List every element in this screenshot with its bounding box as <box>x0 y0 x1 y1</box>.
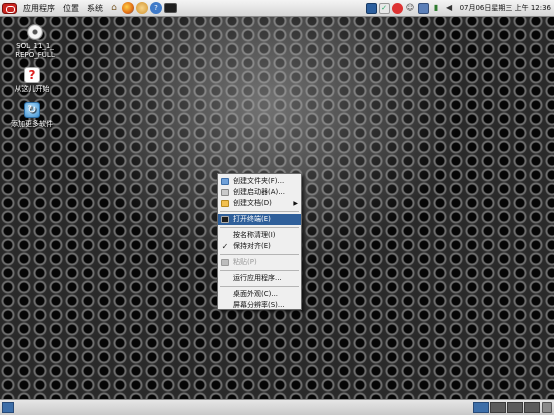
menu-item-create-folder[interactable]: 创建文件夹(F)... <box>218 176 301 187</box>
mail-icon[interactable] <box>136 2 148 14</box>
add-software-icon: ↻ <box>24 102 40 118</box>
menu-item-label: 运行应用程序... <box>233 274 282 282</box>
menu-item-open-terminal[interactable]: 打开终端(E) <box>218 214 301 225</box>
power-icon[interactable]: ▮ <box>431 3 442 14</box>
menu-separator <box>220 211 299 212</box>
terminal-icon[interactable] <box>164 3 177 13</box>
menu-separator <box>220 270 299 271</box>
menu-item-keep-aligned[interactable]: ✓ 保持对齐(E) <box>218 241 301 252</box>
menu-item-label: 屏幕分辨率(S)... <box>233 301 285 309</box>
menu-item-run-application[interactable]: 运行应用程序... <box>218 273 301 284</box>
bottom-panel <box>0 399 554 415</box>
menu-item-label: 桌面外观(C)... <box>233 290 279 298</box>
menu-separator <box>220 286 299 287</box>
terminal-icon <box>221 216 229 223</box>
software-icon[interactable] <box>391 2 403 14</box>
check-icon: ✓ <box>221 242 229 251</box>
update-icon[interactable]: ✓ <box>378 2 390 14</box>
monitor-icon[interactable] <box>365 2 377 14</box>
menu-places[interactable]: 位置 <box>59 3 83 14</box>
menu-item-label: 创建启动器(A)... <box>233 188 285 196</box>
desktop-icon-label: SOL_11_1_ <box>16 42 54 50</box>
menu-system[interactable]: 系统 <box>83 3 107 14</box>
workspace-2[interactable] <box>490 402 506 413</box>
menu-item-create-document[interactable]: 创建文档(D) ▶ <box>218 198 301 209</box>
menu-item-label: 打开终端(E) <box>233 215 271 223</box>
firefox-icon[interactable] <box>122 2 134 14</box>
volume-icon[interactable]: ◀ <box>444 3 455 14</box>
menu-item-label: 保持对齐(E) <box>233 242 271 250</box>
launcher-icon <box>221 189 229 196</box>
desktop-icon-label: 从这儿开始 <box>14 85 50 93</box>
menu-item-label: 粘贴(P) <box>233 258 257 266</box>
home-icon[interactable]: ⌂ <box>108 2 120 14</box>
desktop-icon-add-software[interactable]: ↻ 添加更多软件 <box>0 102 64 129</box>
submenu-arrow-icon: ▶ <box>293 200 298 207</box>
menu-item-desktop-appearance[interactable]: 桌面外观(C)... <box>218 289 301 300</box>
user-icon[interactable]: ☺ <box>405 3 416 14</box>
menu-item-screen-resolution[interactable]: 屏幕分辨率(S)... <box>218 300 301 311</box>
network-icon[interactable] <box>417 2 429 14</box>
desktop-icon-label: REPO_FULL <box>15 51 55 59</box>
desktop-icon-label: 添加更多软件 <box>11 120 53 128</box>
menu-separator <box>220 254 299 255</box>
workspace-3[interactable] <box>507 402 523 413</box>
disc-icon <box>27 24 43 40</box>
menu-item-paste[interactable]: 粘贴(P) <box>218 257 301 268</box>
menu-separator <box>220 227 299 228</box>
menu-item-label: 创建文档(D) <box>233 199 272 207</box>
document-icon <box>221 200 229 207</box>
desktop-icon-repo[interactable]: SOL_11_1_ REPO_FULL <box>3 24 67 60</box>
system-tray: ✓ ☺ ▮ ◀ 07月06日星期三 上午 12:36 <box>365 2 554 14</box>
trash-icon[interactable] <box>542 402 552 413</box>
menu-applications[interactable]: 应用程序 <box>19 3 59 14</box>
workspace-4[interactable] <box>524 402 540 413</box>
top-panel: 应用程序 位置 系统 ⌂ ? ✓ ☺ ▮ ◀ 07月06日星期三 上午 12:3… <box>0 0 554 17</box>
clock[interactable]: 07月06日星期三 上午 12:36 <box>456 3 554 13</box>
start-here-icon: ? <box>24 67 40 83</box>
paste-icon <box>221 259 229 266</box>
help-icon[interactable]: ? <box>150 2 162 14</box>
folder-icon <box>221 178 229 185</box>
oracle-logo-icon[interactable] <box>2 2 17 14</box>
menu-item-clean-up-by-name[interactable]: 按名称清理(I) <box>218 230 301 241</box>
workspace-switcher <box>472 402 540 413</box>
desktop-icon-start-here[interactable]: ? 从这儿开始 <box>0 67 64 94</box>
menu-item-label: 按名称清理(I) <box>233 231 276 239</box>
menu-item-label: 创建文件夹(F)... <box>233 177 285 185</box>
desktop-context-menu: 创建文件夹(F)... 创建启动器(A)... 创建文档(D) ▶ 打开终端(E… <box>217 173 302 310</box>
show-desktop-icon[interactable] <box>2 402 14 413</box>
workspace-1[interactable] <box>473 402 489 413</box>
menu-item-create-launcher[interactable]: 创建启动器(A)... <box>218 187 301 198</box>
